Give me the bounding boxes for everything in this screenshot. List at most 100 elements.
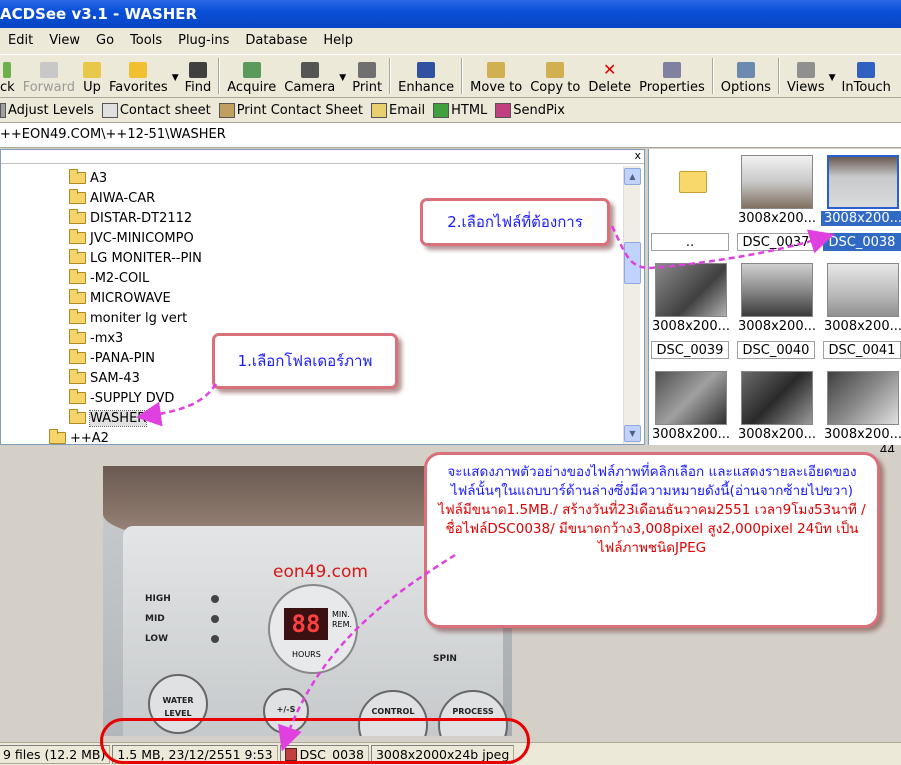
thumbnail-image <box>827 155 899 209</box>
folder-icon <box>679 171 707 193</box>
tree-item-washer[interactable]: WASHER <box>69 408 148 428</box>
thumbnail-dsc-0041[interactable]: 3008x200... DSC_0041 <box>821 257 901 365</box>
find-button[interactable]: Find <box>181 55 216 97</box>
thumbnail-image <box>741 371 813 425</box>
html-button[interactable]: HTML <box>431 102 493 118</box>
indicator-dot-icon <box>211 615 219 623</box>
back-arrow-icon <box>3 62 12 78</box>
acquire-button[interactable]: Acquire <box>223 55 280 97</box>
move-to-button[interactable]: Move to <box>466 55 526 97</box>
camera-button[interactable]: Camera <box>280 55 339 97</box>
binoculars-icon <box>188 62 207 78</box>
window-title: ACDSee v3.1 - WASHER <box>0 5 198 23</box>
thumbnail-dsc-0039[interactable]: 3008x200... DSC_0039 <box>649 257 733 365</box>
properties-button[interactable]: Properties <box>635 55 709 97</box>
folder-icon <box>69 209 86 224</box>
callout-info: จะแสดงภาพตัวอย่างของไฟล์ภาพที่คลิกเลือก … <box>424 452 880 628</box>
scroll-down-icon[interactable]: ▼ <box>624 425 641 442</box>
delete-button[interactable]: ✕ Delete <box>584 55 635 97</box>
find-label: Find <box>184 80 212 95</box>
tree-item-label: JVC-MINICOMPO <box>90 230 194 246</box>
thumbnail-dimensions: 3008x200... <box>652 427 730 442</box>
tree-item-mx3[interactable]: -mx3 <box>69 328 123 348</box>
views-button[interactable]: Views <box>783 55 829 97</box>
enhance-label: Enhance <box>398 80 455 95</box>
intouch-button[interactable]: InTouch <box>838 55 895 97</box>
tree-item-label: A3 <box>90 170 108 186</box>
tree-item-lg-moniter-pin[interactable]: LG MONITER--PIN <box>69 248 202 268</box>
menu-plugins[interactable]: Plug-ins <box>170 28 237 54</box>
thumbnail-name: DSC_0040 <box>737 341 815 359</box>
callout-info-blue-text: จะแสดงภาพตัวอย่างของไฟล์ภาพที่คลิกเลือก … <box>447 464 857 499</box>
indicator-dot-icon <box>211 635 219 643</box>
tree-item-pana-pin[interactable]: -PANA-PIN <box>69 348 155 368</box>
indicator-dot-icon <box>211 595 219 603</box>
tree-item-supply-dvd[interactable]: -SUPPLY DVD <box>69 388 174 408</box>
thumbnail-dsc-0038[interactable]: 3008x200... DSC_0038 <box>821 149 901 257</box>
adjust-levels-label: Adjust Levels <box>8 102 94 118</box>
callout-step-1-text: 1.เลือกโฟลเดอร์ภาพ <box>237 352 373 370</box>
thumbnail-dsc-0040[interactable]: 3008x200... DSC_0040 <box>735 257 819 365</box>
folder-icon <box>69 229 86 244</box>
email-button[interactable]: Email <box>369 102 431 118</box>
tree-item-a3[interactable]: A3 <box>69 168 107 188</box>
views-dropdown-icon[interactable]: ▼ <box>829 73 836 83</box>
tree-scrollbar[interactable]: ▲ ▼ <box>623 166 641 444</box>
options-button[interactable]: Options <box>717 55 775 97</box>
thumbnail-item[interactable]: 3008x200... <box>649 365 733 445</box>
thumbnail-dimensions: 3008x200... <box>738 211 816 226</box>
options-label: Options <box>720 80 771 95</box>
thumbnail-parent-folder[interactable]: .. <box>649 149 733 257</box>
sendpix-button[interactable]: SendPix <box>493 102 571 118</box>
tree-item-moniter-lg-vert[interactable]: moniter lg vert <box>69 308 187 328</box>
copy-to-button[interactable]: Copy to <box>526 55 584 97</box>
scanner-icon <box>242 62 261 78</box>
print-contact-sheet-label: Print Contact Sheet <box>236 102 364 118</box>
tree-close-icon[interactable]: x <box>634 149 641 162</box>
menu-bar: Edit View Go Tools Plug-ins Database Hel… <box>0 28 901 54</box>
tree-item-label: ++A2 <box>70 430 109 446</box>
print-button[interactable]: Print <box>348 55 386 97</box>
camera-dropdown-icon[interactable]: ▼ <box>339 73 346 83</box>
status-highlight-ellipse <box>100 718 530 764</box>
thumbnail-item[interactable]: 3008x200... <box>821 365 901 445</box>
forward-button[interactable]: Forward <box>19 55 79 97</box>
adjust-levels-button[interactable]: Adjust Levels <box>0 102 100 118</box>
print-contact-sheet-button[interactable]: Print Contact Sheet <box>217 102 369 118</box>
back-button[interactable]: ck <box>0 55 19 97</box>
thumbnail-dsc-0037[interactable]: 3008x200... DSC_0037 <box>735 149 819 257</box>
menu-view[interactable]: View <box>41 28 88 54</box>
menu-help[interactable]: Help <box>315 28 361 54</box>
tree-item-microwave[interactable]: MICROWAVE <box>69 288 171 308</box>
watermark: eon49.com <box>273 562 368 582</box>
menu-database[interactable]: Database <box>237 28 315 54</box>
wash-label-low: LOW <box>145 634 168 644</box>
menu-edit[interactable]: Edit <box>0 28 41 54</box>
thumbnail-item[interactable]: 3008x200... <box>735 365 819 445</box>
menu-go[interactable]: Go <box>88 28 122 54</box>
tree-item-jvc[interactable]: JVC-MINICOMPO <box>69 228 194 248</box>
tree-item-m2-coil[interactable]: -M2-COIL <box>69 268 149 288</box>
favorites-button[interactable]: Favorites <box>105 55 172 97</box>
main-toolbar: ck Forward Up Favorites ▼ Find Acquire C… <box>0 54 901 98</box>
scroll-up-icon[interactable]: ▲ <box>624 168 641 185</box>
forward-label: Forward <box>22 80 75 95</box>
contact-sheet-button[interactable]: Contact sheet <box>100 102 217 118</box>
pane-splitter[interactable]: 44 <box>0 443 901 457</box>
toolbar-separator <box>711 58 714 94</box>
tree-item-label: AIWA-CAR <box>90 190 156 206</box>
enhance-button[interactable]: Enhance <box>394 55 458 97</box>
folder-icon <box>69 329 86 344</box>
address-bar[interactable]: ++EON49.COM\++12-51\WASHER <box>0 123 901 148</box>
scroll-thumb[interactable] <box>624 242 641 284</box>
favorites-dropdown-icon[interactable]: ▼ <box>172 73 179 83</box>
tree-item-sam-43[interactable]: SAM-43 <box>69 368 140 388</box>
menu-tools[interactable]: Tools <box>122 28 170 54</box>
thumbnail-image <box>827 263 899 317</box>
sendpix-icon <box>495 102 512 118</box>
up-button[interactable]: Up <box>79 55 105 97</box>
tree-item-aiwa-car[interactable]: AIWA-CAR <box>69 188 155 208</box>
enhance-icon <box>417 62 436 78</box>
tree-item-distar[interactable]: DISTAR-DT2112 <box>69 208 192 228</box>
html-label: HTML <box>451 102 488 118</box>
